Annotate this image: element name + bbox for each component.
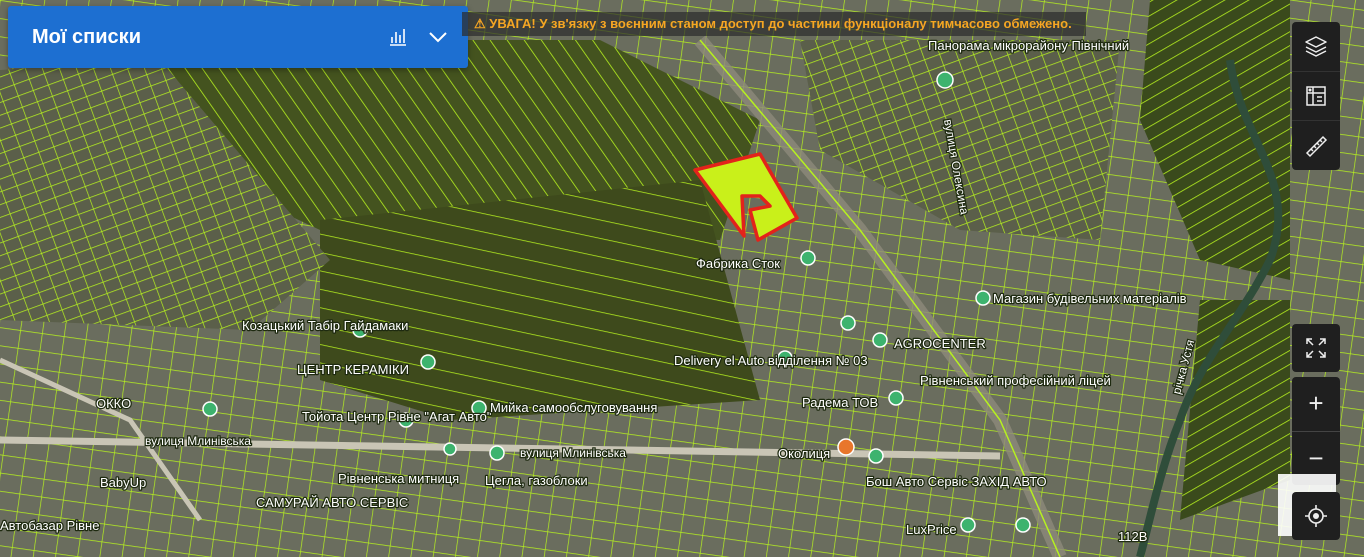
svg-text:ОККО: ОККО xyxy=(96,396,131,411)
zoom-in-button[interactable]: + xyxy=(1292,377,1340,431)
map-canvas[interactable]: Панорама мікрорайону Північний вулиця Ол… xyxy=(0,0,1364,557)
fullscreen-icon xyxy=(1306,338,1326,358)
svg-text:Панорама мікрорайону Північний: Панорама мікрорайону Північний xyxy=(928,38,1129,53)
svg-text:Магазин будівельних матеріалів: Магазин будівельних матеріалів xyxy=(993,291,1187,306)
svg-text:Рівненська митниця: Рівненська митниця xyxy=(338,471,459,486)
svg-text:Фабрика Сток: Фабрика Сток xyxy=(696,256,780,271)
svg-text:Тойота Центр Рівне "Агат Авто": Тойота Центр Рівне "Агат Авто" xyxy=(302,409,492,424)
svg-text:Цегла, газоблоки: Цегла, газоблоки xyxy=(485,473,588,488)
poi-food xyxy=(837,438,855,456)
svg-text:LuxPrice: LuxPrice xyxy=(906,522,957,537)
svg-text:Козацький Табір Гайдамаки: Козацький Табір Гайдамаки xyxy=(242,318,408,333)
svg-text:112В: 112В xyxy=(1118,529,1147,544)
locate-icon xyxy=(1305,505,1327,527)
svg-text:AGROCENTER: AGROCENTER xyxy=(894,336,986,351)
zoom-controls: + − xyxy=(1292,377,1340,485)
svg-text:САМУРАЙ АВТО СЕРВІС: САМУРАЙ АВТО СЕРВІС xyxy=(256,495,408,510)
warning-banner: ⚠ УВАГА! У зв'язку з воєнним станом дост… xyxy=(462,12,1086,36)
svg-text:вулиця Млинівська: вулиця Млинівська xyxy=(145,434,251,448)
svg-text:Радема ТОВ: Радема ТОВ xyxy=(802,395,878,410)
panel-title: Мої списки xyxy=(32,25,141,48)
svg-text:Delivery el Auto відділення №: Delivery el Auto відділення № 03 xyxy=(674,353,868,368)
svg-text:BabyUp: BabyUp xyxy=(100,475,146,490)
svg-text:ЦЕНТР КЕРАМІКИ: ЦЕНТР КЕРАМІКИ xyxy=(297,362,409,377)
cadastre-icon[interactable] xyxy=(1292,70,1340,121)
my-lists-panel: Мої списки xyxy=(8,6,468,68)
svg-text:вулиця Млинівська: вулиця Млинівська xyxy=(520,446,626,460)
chevron-down-icon[interactable] xyxy=(418,17,458,57)
svg-text:Бош Авто Сервіс ЗАХІД АВТО: Бош Авто Сервіс ЗАХІД АВТО xyxy=(866,474,1047,489)
svg-text:Околиця: Околиця xyxy=(778,446,830,461)
locate-button[interactable] xyxy=(1292,492,1340,540)
svg-text:Мийка самообслуговування: Мийка самообслуговування xyxy=(490,400,657,415)
svg-text:Автобазар Рівне: Автобазар Рівне xyxy=(0,518,99,533)
stats-icon[interactable] xyxy=(378,17,418,57)
layers-icon[interactable] xyxy=(1292,22,1340,71)
fullscreen-button[interactable] xyxy=(1292,324,1340,372)
svg-text:Рівненський професійний ліцей: Рівненський професійний ліцей xyxy=(920,373,1111,388)
ruler-icon[interactable] xyxy=(1292,120,1340,170)
map-toolbar xyxy=(1292,22,1340,170)
